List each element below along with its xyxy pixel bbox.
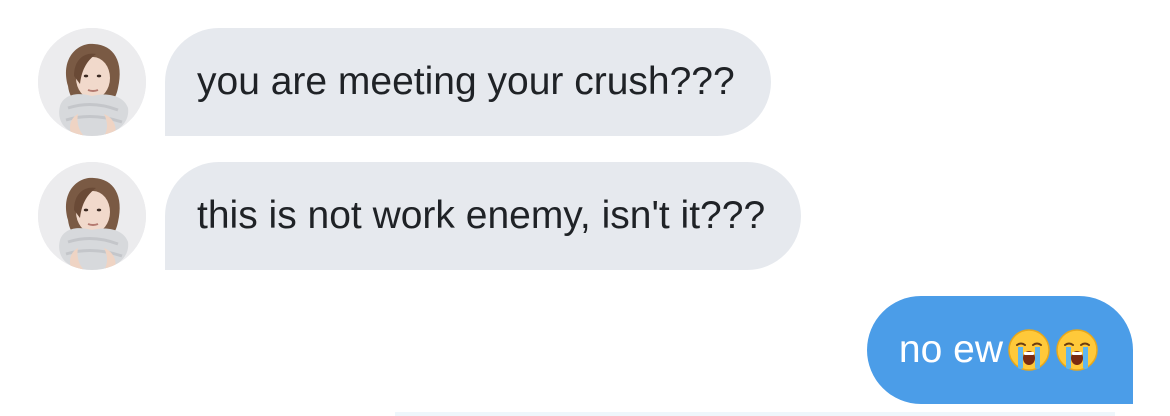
- contact-avatar[interactable]: [38, 28, 146, 136]
- loudly-crying-face-icon: [1055, 328, 1099, 372]
- loudly-crying-face-icon: [1007, 328, 1051, 372]
- avatar-portrait-icon: [38, 162, 146, 270]
- message-text: no ew: [898, 328, 1003, 371]
- bottom-divider: [395, 412, 1115, 416]
- avatar-portrait-icon: [38, 28, 146, 136]
- message-bubble-incoming[interactable]: you are meeting your crush???: [165, 28, 771, 136]
- message-text: this is not work enemy, isn't it???: [197, 194, 766, 237]
- contact-avatar[interactable]: [38, 162, 146, 270]
- message-bubble-outgoing[interactable]: no ew: [866, 296, 1133, 404]
- message-text: you are meeting your crush???: [197, 60, 735, 103]
- message-bubble-incoming[interactable]: this is not work enemy, isn't it???: [165, 162, 802, 270]
